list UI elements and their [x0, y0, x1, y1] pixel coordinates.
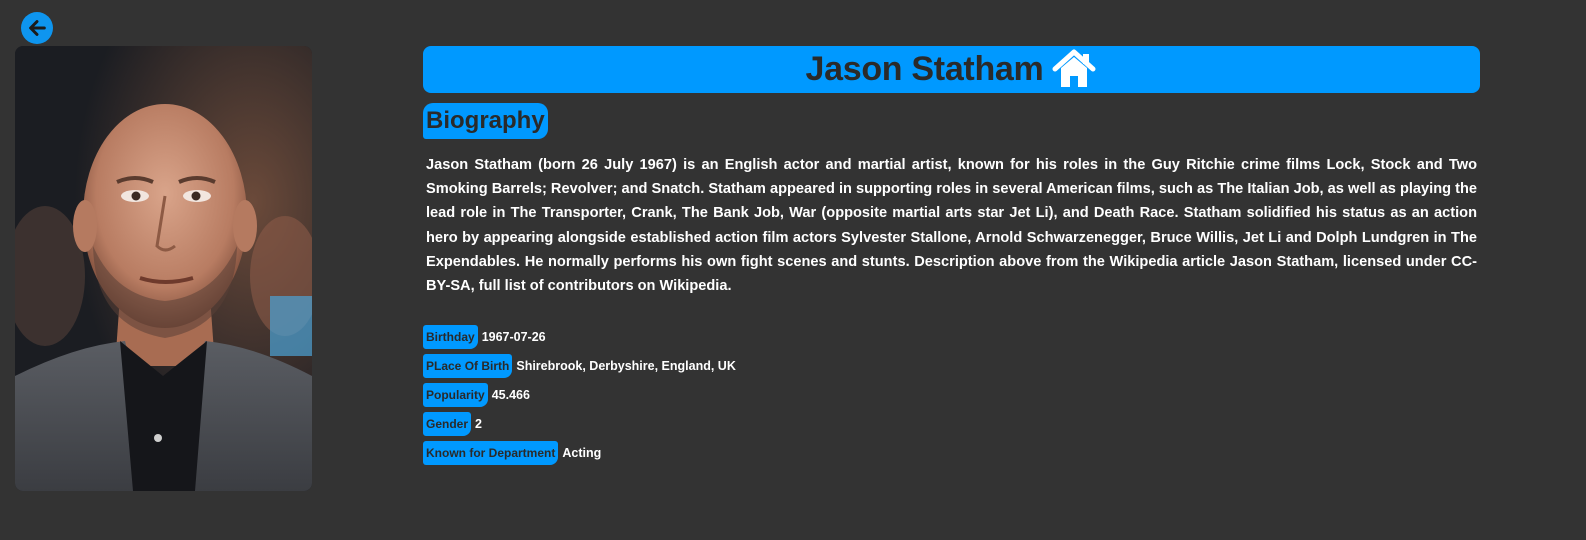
person-name: Jason Statham — [805, 50, 1044, 88]
detail-row-known-for-department: Known for Department Acting — [423, 438, 1480, 467]
detail-value: 2 — [475, 416, 482, 431]
home-icon[interactable] — [1051, 49, 1097, 89]
title-bar: Jason Statham — [423, 46, 1480, 93]
detail-row-birthday: Birthday 1967-07-26 — [423, 322, 1480, 351]
detail-row-place-of-birth: PLace Of Birth Shirebrook, Derbyshire, E… — [423, 351, 1480, 380]
details-list: Birthday 1967-07-26 PLace Of Birth Shire… — [423, 322, 1480, 467]
detail-label: Popularity — [423, 382, 488, 407]
arrow-left-icon — [29, 20, 46, 36]
detail-row-popularity: Popularity 45.466 — [423, 380, 1480, 409]
detail-label: Gender — [423, 411, 472, 436]
detail-value: 1967-07-26 — [481, 329, 546, 344]
detail-value: Shirebrook, Derbyshire, England, UK — [516, 358, 736, 373]
profile-photo — [15, 46, 312, 491]
detail-label: Known for Department — [423, 440, 559, 465]
detail-label: PLace Of Birth — [423, 353, 513, 378]
back-button[interactable] — [21, 12, 53, 44]
biography-text: Jason Statham (born 26 July 1967) is an … — [426, 157, 1477, 295]
biography-heading: Biography — [423, 103, 548, 139]
person-content: Jason Statham Biography Jason Statham (b… — [423, 46, 1480, 467]
detail-value: 45.466 — [491, 387, 530, 402]
detail-label: Birthday — [423, 324, 478, 349]
detail-value: Acting — [562, 445, 602, 460]
detail-row-gender: Gender 2 — [423, 409, 1480, 438]
person-detail-page: Jason Statham Biography Jason Statham (b… — [0, 0, 1586, 540]
